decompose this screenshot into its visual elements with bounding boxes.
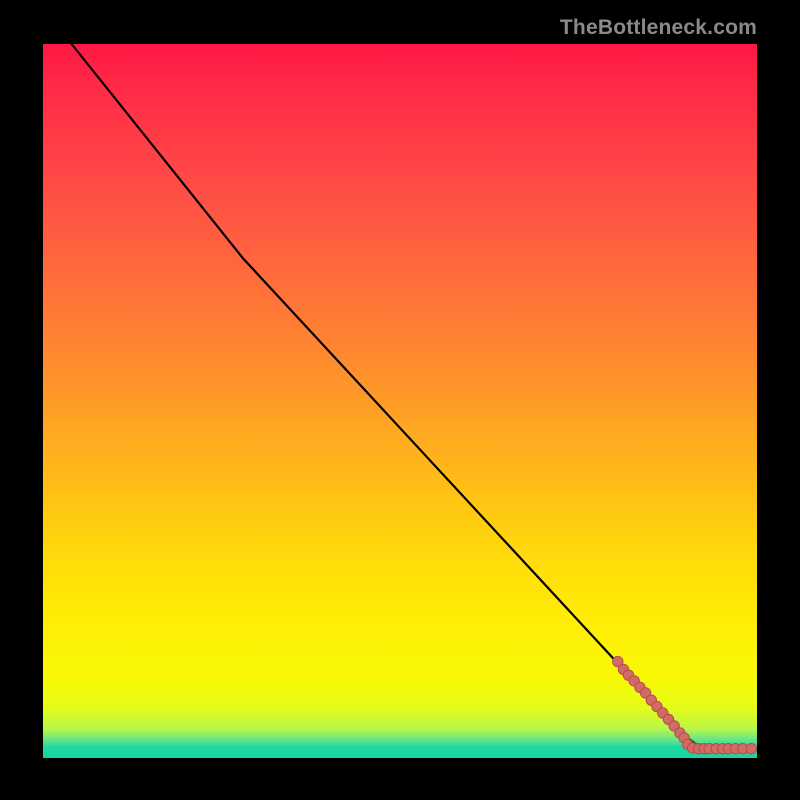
scatter-group: [613, 656, 757, 754]
chart-overlay: [43, 44, 757, 758]
chart-frame: TheBottleneck.com: [0, 0, 800, 800]
bottleneck-curve: [72, 44, 757, 749]
data-point: [746, 744, 756, 754]
watermark-text: TheBottleneck.com: [560, 16, 757, 40]
